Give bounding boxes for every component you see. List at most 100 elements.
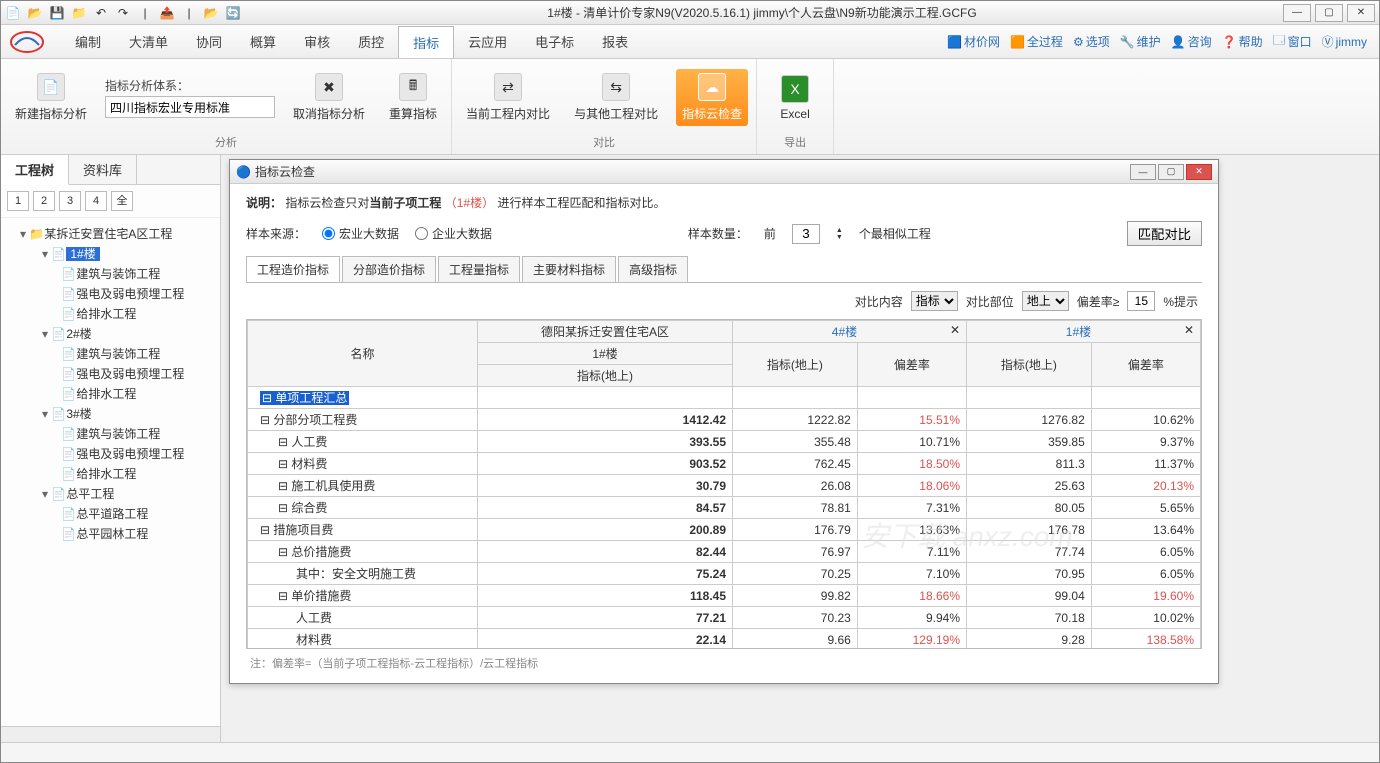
tree-node[interactable]: 📄 建筑与装饰工程 <box>5 264 216 284</box>
tree-node[interactable]: 📄 建筑与装饰工程 <box>5 344 216 364</box>
numtab-4[interactable]: 4 <box>85 191 107 211</box>
count-down-icon[interactable]: ▼ <box>836 234 843 241</box>
tree-node[interactable]: 📄 强电及弱电预埋工程 <box>5 284 216 304</box>
compare2-icon: ⇆ <box>602 73 630 101</box>
recalc-button[interactable]: 🖩 重算指标 <box>383 69 443 126</box>
subtab-4[interactable]: 高级指标 <box>618 256 688 282</box>
table-row[interactable]: 人工费77.2170.239.94%70.1810.02% <box>248 607 1201 629</box>
subtab-3[interactable]: 主要材料指标 <box>522 256 616 282</box>
count-up-icon[interactable]: ▲ <box>836 227 843 234</box>
tree-node[interactable]: 📄 强电及弱电预埋工程 <box>5 444 216 464</box>
table-row[interactable]: ⊟ 综合费84.5778.817.31%80.055.65% <box>248 497 1201 519</box>
qat-redo-icon[interactable]: ↷ <box>115 5 131 21</box>
tree-node[interactable]: ▾📄 总平工程 <box>5 484 216 504</box>
inner-window-title: 指标云检查 <box>255 163 1130 180</box>
menu-云应用[interactable]: 云应用 <box>454 26 521 58</box>
qat-save-icon[interactable]: 💾 <box>49 5 65 21</box>
menu-电子标[interactable]: 电子标 <box>521 26 588 58</box>
table-row[interactable]: ⊟ 措施项目费200.89176.7913.63%176.7813.64% <box>248 519 1201 541</box>
new-analysis-button[interactable]: 📄 新建指标分析 <box>9 69 93 126</box>
table-row[interactable]: ⊟ 单价措施费118.4599.8218.66%99.0419.60% <box>248 585 1201 607</box>
numtab-全[interactable]: 全 <box>111 191 133 211</box>
comparison-grid[interactable]: 名称 德阳某拆迁安置住宅A区 4#楼 ✕ 1#楼 ✕ 1#楼 指标(地上) 偏差… <box>246 319 1202 649</box>
menu-协同[interactable]: 协同 <box>182 26 236 58</box>
numtab-1[interactable]: 1 <box>7 191 29 211</box>
link-options[interactable]: ⚙选项 <box>1073 33 1110 50</box>
tree-node[interactable]: 📄 给排水工程 <box>5 464 216 484</box>
tree-node[interactable]: 📄 建筑与装饰工程 <box>5 424 216 444</box>
menu-大清单[interactable]: 大清单 <box>115 26 182 58</box>
cancel-analysis-button[interactable]: ✖ 取消指标分析 <box>287 69 371 126</box>
menu-审核[interactable]: 审核 <box>290 26 344 58</box>
tree-node[interactable]: ▾📄 3#楼 <box>5 404 216 424</box>
link-caijia[interactable]: 🟦材价网 <box>947 33 1000 50</box>
maximize-button[interactable]: ▢ <box>1315 4 1343 22</box>
tree-node[interactable]: 📄 总平园林工程 <box>5 524 216 544</box>
compare-internal-button[interactable]: ⇄当前工程内对比 <box>460 69 556 126</box>
table-row[interactable]: ⊟ 施工机具使用费30.7926.0818.06%25.6320.13% <box>248 475 1201 497</box>
qat-export-icon[interactable]: 📤 <box>159 5 175 21</box>
link-help[interactable]: ❓帮助 <box>1222 33 1263 50</box>
qat-undo-icon[interactable]: ↶ <box>93 5 109 21</box>
table-row[interactable]: ⊟ 总价措施费82.4476.977.11%77.746.05% <box>248 541 1201 563</box>
radio-hongye[interactable]: 宏业大数据 <box>322 225 399 242</box>
tree-node[interactable]: ▾📁 某拆迁安置住宅A区工程 <box>5 224 216 244</box>
deviation-input[interactable] <box>1127 291 1155 311</box>
table-row[interactable]: ⊟ 人工费393.55355.4810.71%359.859.37% <box>248 431 1201 453</box>
subtab-1[interactable]: 分部造价指标 <box>342 256 436 282</box>
inner-minimize-button[interactable]: — <box>1130 164 1156 180</box>
link-user[interactable]: Ⓥ jimmy <box>1322 33 1367 50</box>
window-title: 1#楼 - 清单计价专家N9(V2020.5.16.1) jimmy\个人云盘\… <box>241 4 1283 21</box>
subtab-2[interactable]: 工程量指标 <box>438 256 520 282</box>
excel-export-button[interactable]: XExcel <box>765 71 825 125</box>
link-quancheng[interactable]: 🟧全过程 <box>1010 33 1063 50</box>
filter-part-select[interactable]: 地上 <box>1022 291 1069 311</box>
qat-open-icon[interactable]: 📂 <box>27 5 43 21</box>
close-sample1-icon[interactable]: ✕ <box>950 323 960 337</box>
qat-folder2-icon[interactable]: 📂 <box>203 5 219 21</box>
compare-other-button[interactable]: ⇆与其他工程对比 <box>568 69 664 126</box>
count-input[interactable] <box>792 224 820 244</box>
tree-node[interactable]: 📄 给排水工程 <box>5 304 216 324</box>
radio-enterprise[interactable]: 企业大数据 <box>415 225 492 242</box>
system-input[interactable] <box>105 96 275 118</box>
match-compare-button[interactable]: 匹配对比 <box>1127 221 1202 246</box>
numtab-2[interactable]: 2 <box>33 191 55 211</box>
subtab-0[interactable]: 工程造价指标 <box>246 256 340 282</box>
table-row[interactable]: 其中：安全文明施工费75.2470.257.10%70.956.05% <box>248 563 1201 585</box>
inner-maximize-button[interactable]: ▢ <box>1158 164 1184 180</box>
cloud-check-button[interactable]: ☁指标云检查 <box>676 69 748 126</box>
qat-refresh-icon[interactable]: 🔄 <box>225 5 241 21</box>
tab-library[interactable]: 资料库 <box>69 155 137 184</box>
table-row[interactable]: 材料费22.149.66129.19%9.28138.58% <box>248 629 1201 650</box>
filter-content-select[interactable]: 指标 <box>911 291 958 311</box>
tree-hscroll[interactable] <box>1 726 220 742</box>
menu-指标[interactable]: 指标 <box>398 26 454 58</box>
menu-报表[interactable]: 报表 <box>588 26 642 58</box>
qat-new-icon[interactable]: 📄 <box>5 5 21 21</box>
close-button[interactable]: ✕ <box>1347 4 1375 22</box>
tab-project-tree[interactable]: 工程树 <box>1 155 69 185</box>
link-maintain[interactable]: 🔧维护 <box>1120 33 1161 50</box>
qat-folder-icon[interactable]: 📁 <box>71 5 87 21</box>
inner-close-button[interactable]: ✕ <box>1186 164 1212 180</box>
tree-node[interactable]: 📄 总平道路工程 <box>5 504 216 524</box>
col-current-project: 德阳某拆迁安置住宅A区 <box>478 321 733 343</box>
table-row[interactable]: ⊟ 材料费903.52762.4518.50%811.311.37% <box>248 453 1201 475</box>
close-sample2-icon[interactable]: ✕ <box>1184 323 1194 337</box>
numtab-3[interactable]: 3 <box>59 191 81 211</box>
minimize-button[interactable]: — <box>1283 4 1311 22</box>
menu-概算[interactable]: 概算 <box>236 26 290 58</box>
col-name: 名称 <box>248 321 478 387</box>
tree-node[interactable]: 📄 强电及弱电预埋工程 <box>5 364 216 384</box>
link-window[interactable]: 🗔窗口 <box>1273 31 1312 52</box>
menu-编制[interactable]: 编制 <box>61 26 115 58</box>
tree-node[interactable]: ▾📄 1#楼 <box>5 244 216 264</box>
link-consult[interactable]: 👤咨询 <box>1171 33 1212 50</box>
count-label: 样本数量： <box>688 225 748 242</box>
menu-质控[interactable]: 质控 <box>344 26 398 58</box>
tree-node[interactable]: 📄 给排水工程 <box>5 384 216 404</box>
tree-node[interactable]: ▾📄 2#楼 <box>5 324 216 344</box>
table-row[interactable]: ⊟ 分部分项工程费1412.421222.8215.51%1276.8210.6… <box>248 409 1201 431</box>
table-row[interactable]: ⊟ 单项工程汇总 <box>248 387 1201 409</box>
